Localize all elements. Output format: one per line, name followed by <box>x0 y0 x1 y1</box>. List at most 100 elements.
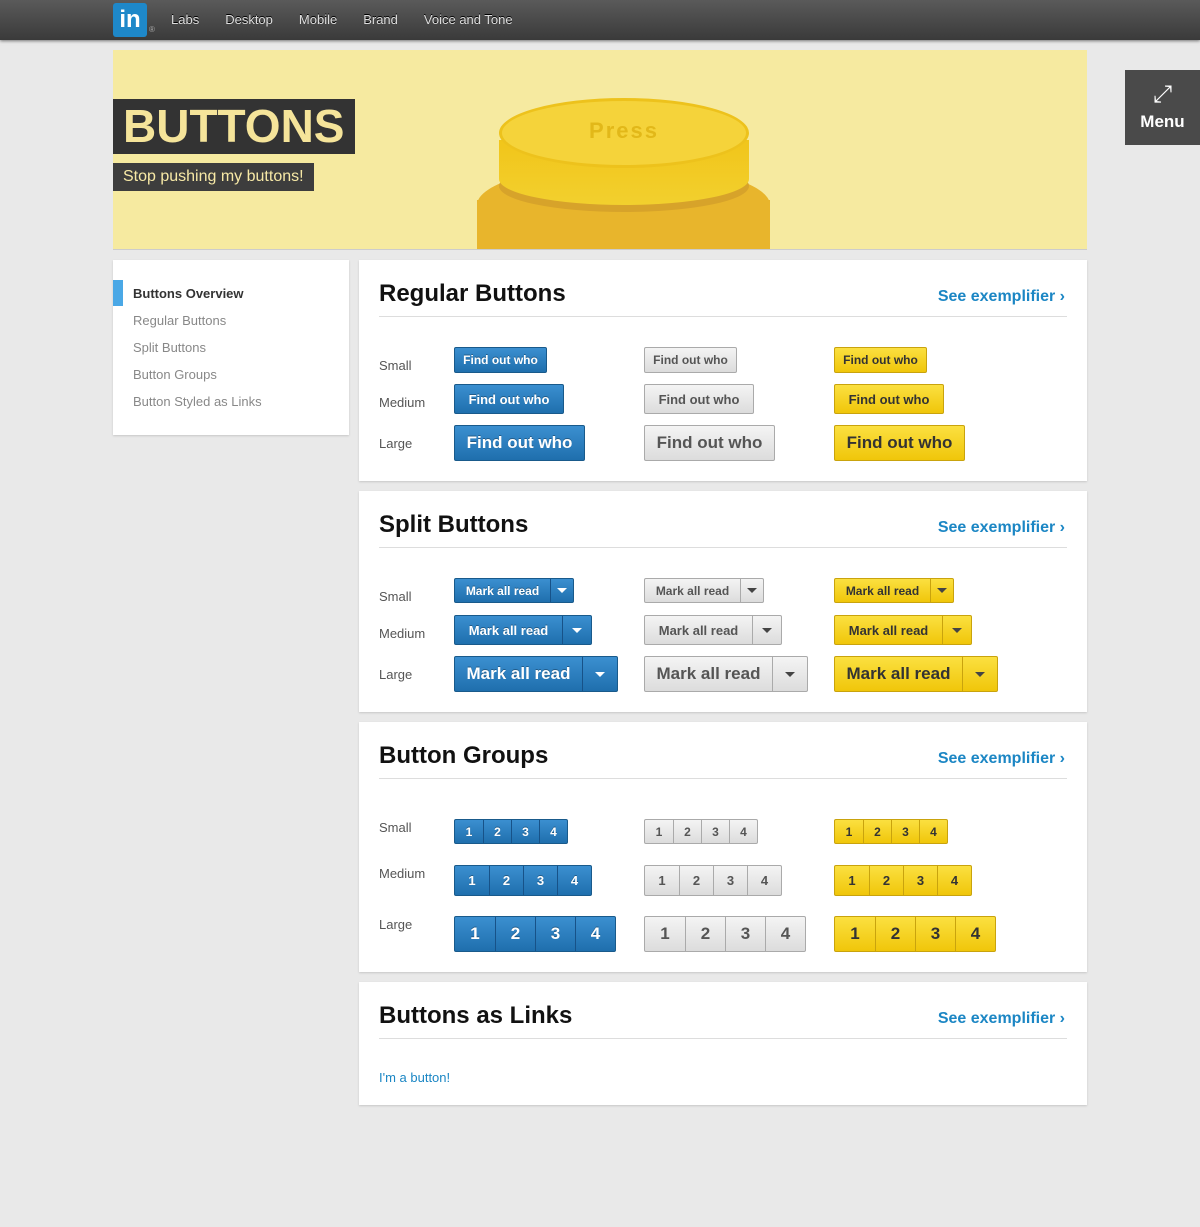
dropdown-toggle[interactable] <box>550 579 573 602</box>
button-styled-as-link[interactable]: I'm a button! <box>379 1070 450 1085</box>
size-label-small: Small <box>379 589 412 604</box>
see-exemplifier-link[interactable]: See exemplifier › <box>938 750 1065 768</box>
group-button-4[interactable]: 4 <box>937 866 971 895</box>
group-button-4[interactable]: 4 <box>919 820 947 843</box>
group-button-1[interactable]: 1 <box>645 866 679 895</box>
section-title: Buttons as Links <box>379 1002 573 1029</box>
dropdown-toggle[interactable] <box>930 579 953 602</box>
hero-banner: Press BUTTONS Stop pushing my buttons! <box>113 50 1087 250</box>
linkedin-logo[interactable]: in <box>113 3 147 37</box>
size-label-large: Large <box>379 917 413 932</box>
group-button-3[interactable]: 3 <box>523 866 557 895</box>
mark-all-read-button[interactable]: Mark all read <box>835 657 962 691</box>
sidebar-item-button-groups[interactable]: Button Groups <box>133 367 217 382</box>
group-button-3[interactable]: 3 <box>535 917 575 951</box>
find-out-who-button-blue-large[interactable]: Find out who <box>454 425 585 461</box>
group-button-2[interactable]: 2 <box>489 866 523 895</box>
find-out-who-button-yellow-small[interactable]: Find out who <box>834 347 927 373</box>
mark-all-read-button[interactable]: Mark all read <box>835 616 942 644</box>
dropdown-toggle[interactable] <box>772 657 807 691</box>
group-button-1[interactable]: 1 <box>835 820 863 843</box>
group-button-3[interactable]: 3 <box>701 820 729 843</box>
group-button-4[interactable]: 4 <box>729 820 757 843</box>
sidebar-item-split-buttons[interactable]: Split Buttons <box>133 340 206 355</box>
group-button-4[interactable]: 4 <box>539 820 567 843</box>
group-button-4[interactable]: 4 <box>557 866 591 895</box>
mark-all-read-button[interactable]: Mark all read <box>645 657 772 691</box>
group-button-3[interactable]: 3 <box>915 917 955 951</box>
group-button-2[interactable]: 2 <box>685 917 725 951</box>
see-exemplifier-link[interactable]: See exemplifier › <box>938 519 1065 537</box>
mark-all-read-button[interactable]: Mark all read <box>645 579 740 602</box>
see-exemplifier-link[interactable]: See exemplifier › <box>938 1010 1065 1028</box>
mark-all-read-button[interactable]: Mark all read <box>645 616 752 644</box>
group-button-3[interactable]: 3 <box>891 820 919 843</box>
group-button-2[interactable]: 2 <box>875 917 915 951</box>
menu-button[interactable]: ⤢ Menu <box>1125 70 1200 145</box>
split-button-yellow-small: Mark all read <box>834 578 954 603</box>
split-button-grey-small: Mark all read <box>644 578 764 603</box>
caret-down-icon <box>557 588 567 593</box>
group-button-1[interactable]: 1 <box>645 820 673 843</box>
mark-all-read-button[interactable]: Mark all read <box>455 657 582 691</box>
group-button-3[interactable]: 3 <box>903 866 937 895</box>
mark-all-read-button[interactable]: Mark all read <box>455 579 550 602</box>
dropdown-toggle[interactable] <box>962 657 997 691</box>
group-button-1[interactable]: 1 <box>835 866 869 895</box>
button-group-blue-small: 1 2 3 4 <box>454 819 568 844</box>
group-button-2[interactable]: 2 <box>863 820 891 843</box>
group-button-4[interactable]: 4 <box>955 917 995 951</box>
group-button-3[interactable]: 3 <box>725 917 765 951</box>
divider <box>379 547 1067 548</box>
dropdown-toggle[interactable] <box>942 616 971 644</box>
group-button-2[interactable]: 2 <box>869 866 903 895</box>
group-button-1[interactable]: 1 <box>835 917 875 951</box>
mark-all-read-button[interactable]: Mark all read <box>835 579 930 602</box>
sidebar-item-button-styled-as-links[interactable]: Button Styled as Links <box>133 394 262 409</box>
dropdown-toggle[interactable] <box>582 657 617 691</box>
sidebar-item-buttons-overview[interactable]: Buttons Overview <box>133 286 244 301</box>
split-button-blue-small: Mark all read <box>454 578 574 603</box>
group-button-2[interactable]: 2 <box>679 866 713 895</box>
nav-item-voice-and-tone[interactable]: Voice and Tone <box>424 0 513 40</box>
caret-down-icon <box>952 627 962 633</box>
sidebar-item-regular-buttons[interactable]: Regular Buttons <box>133 313 226 328</box>
group-button-3[interactable]: 3 <box>713 866 747 895</box>
nav-item-mobile[interactable]: Mobile <box>299 0 337 40</box>
group-button-1[interactable]: 1 <box>455 917 495 951</box>
group-button-4[interactable]: 4 <box>765 917 805 951</box>
group-button-1[interactable]: 1 <box>455 820 483 843</box>
group-button-1[interactable]: 1 <box>455 866 489 895</box>
section-regular-buttons: Regular Buttons See exemplifier › Small … <box>359 260 1087 481</box>
nav-item-labs[interactable]: Labs <box>171 0 199 40</box>
group-button-4[interactable]: 4 <box>575 917 615 951</box>
find-out-who-button-yellow-large[interactable]: Find out who <box>834 425 965 461</box>
page-title: BUTTONS <box>113 99 355 154</box>
find-out-who-button-grey-large[interactable]: Find out who <box>644 425 775 461</box>
group-button-1[interactable]: 1 <box>645 917 685 951</box>
caret-down-icon <box>595 671 605 677</box>
caret-down-icon <box>785 671 795 677</box>
group-button-3[interactable]: 3 <box>511 820 539 843</box>
nav-item-brand[interactable]: Brand <box>363 0 398 40</box>
button-group-yellow-medium: 1 2 3 4 <box>834 865 972 896</box>
find-out-who-button-grey-medium[interactable]: Find out who <box>644 384 754 414</box>
dropdown-toggle[interactable] <box>740 579 763 602</box>
dropdown-toggle[interactable] <box>752 616 781 644</box>
page-subtitle: Stop pushing my buttons! <box>113 163 314 191</box>
sidebar: Buttons Overview Regular Buttons Split B… <box>113 260 349 435</box>
see-exemplifier-link[interactable]: See exemplifier › <box>938 288 1065 306</box>
group-button-2[interactable]: 2 <box>495 917 535 951</box>
nav-item-desktop[interactable]: Desktop <box>225 0 273 40</box>
group-button-2[interactable]: 2 <box>483 820 511 843</box>
mark-all-read-button[interactable]: Mark all read <box>455 616 562 644</box>
find-out-who-button-blue-small[interactable]: Find out who <box>454 347 547 373</box>
section-button-groups: Button Groups See exemplifier › Small Me… <box>359 722 1087 972</box>
find-out-who-button-blue-medium[interactable]: Find out who <box>454 384 564 414</box>
find-out-who-button-grey-small[interactable]: Find out who <box>644 347 737 373</box>
size-label-small: Small <box>379 820 412 835</box>
dropdown-toggle[interactable] <box>562 616 591 644</box>
group-button-4[interactable]: 4 <box>747 866 781 895</box>
find-out-who-button-yellow-medium[interactable]: Find out who <box>834 384 944 414</box>
group-button-2[interactable]: 2 <box>673 820 701 843</box>
